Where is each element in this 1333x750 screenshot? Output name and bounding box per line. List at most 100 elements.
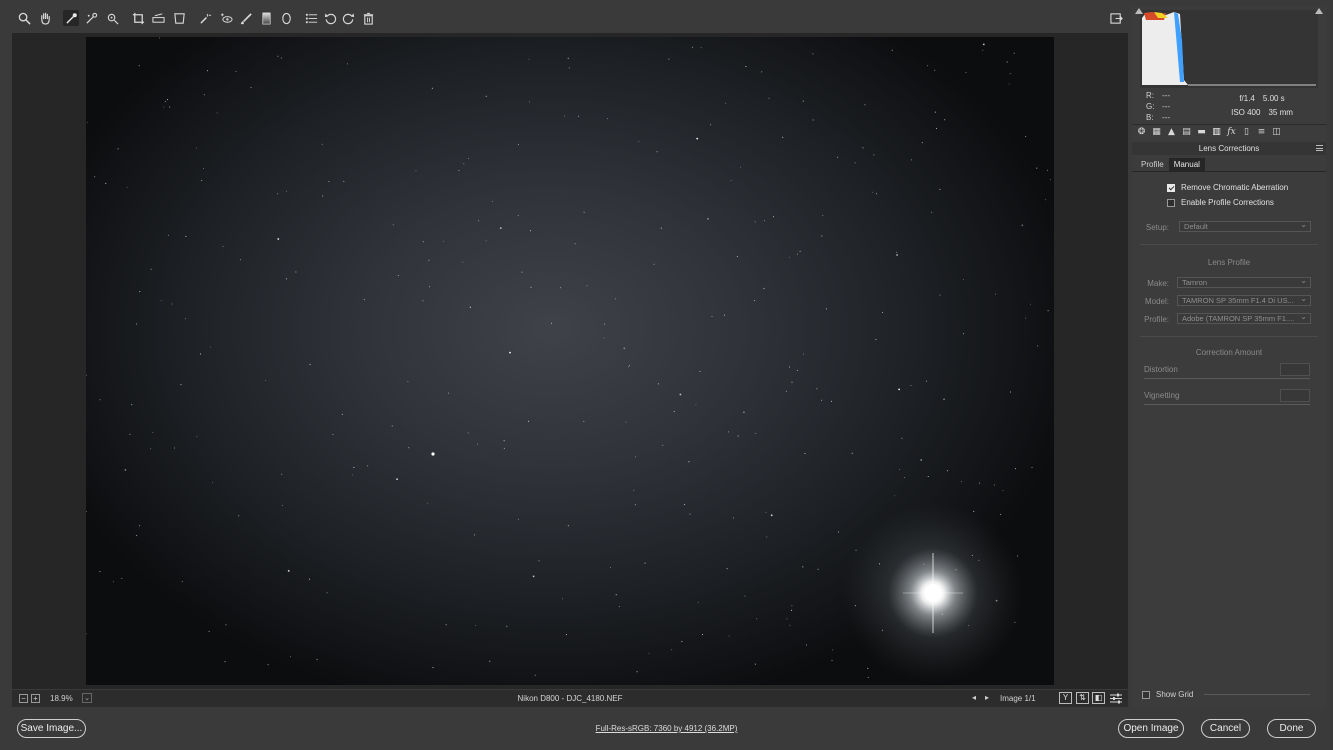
star — [896, 254, 898, 256]
star — [939, 188, 941, 190]
panel-menu-icon[interactable] — [1316, 145, 1323, 151]
white-balance-eyedropper-icon[interactable] — [63, 10, 79, 26]
spot-removal-icon[interactable] — [197, 10, 213, 26]
enable-profile-corrections-checkbox[interactable] — [1167, 198, 1175, 207]
star — [895, 251, 897, 253]
crop-icon[interactable] — [130, 10, 146, 26]
star — [628, 366, 630, 368]
star — [210, 346, 211, 348]
b-label: B: — [1146, 113, 1154, 122]
star — [152, 431, 154, 433]
lens-corrections-icon[interactable]: ▥ — [1211, 127, 1222, 138]
star — [754, 221, 756, 223]
night-sky-photo[interactable] — [86, 37, 1054, 685]
make-select[interactable]: Tamron — [1177, 277, 1311, 288]
star — [821, 235, 823, 237]
star — [791, 381, 793, 383]
next-image-icon[interactable]: ▸ — [985, 693, 989, 702]
star — [1031, 467, 1033, 468]
star — [422, 300, 424, 302]
star — [796, 370, 798, 371]
open-image-button[interactable]: Open Image — [1118, 719, 1184, 738]
camera-calibration-icon[interactable]: ▯ — [1241, 127, 1252, 138]
star — [831, 659, 833, 661]
presets-icon[interactable]: ≡ — [1256, 127, 1267, 138]
image-preview-area[interactable] — [12, 33, 1128, 689]
basic-panel-aperture-icon[interactable]: ❂ — [1136, 127, 1147, 138]
model-select[interactable]: TAMRON SP 35mm F1.4 Di US... — [1177, 295, 1311, 306]
distortion-value-field[interactable] — [1280, 363, 1310, 376]
star — [648, 652, 650, 654]
red-eye-icon[interactable] — [218, 10, 234, 26]
zoom-tool-magnifier-icon[interactable] — [16, 10, 32, 26]
star — [164, 101, 166, 103]
tool-bar — [10, 6, 1128, 32]
done-button[interactable]: Done — [1267, 719, 1316, 738]
star — [206, 70, 208, 72]
star — [428, 259, 430, 261]
histogram — [1135, 8, 1323, 88]
hand-tool-hand-icon[interactable] — [37, 10, 53, 26]
star — [1008, 83, 1010, 85]
star — [688, 461, 690, 463]
star — [138, 65, 140, 67]
tone-curve-icon[interactable]: ▦ — [1151, 127, 1162, 138]
bottom-bar: Save Image... Full-Res-sRGB: 7360 by 491… — [0, 710, 1333, 750]
separator — [1140, 244, 1318, 245]
star — [196, 436, 198, 438]
swap-settings-button[interactable]: ◧ — [1092, 692, 1105, 704]
hsl-icon[interactable]: ▤ — [1181, 127, 1192, 138]
view-y-button[interactable]: Y — [1059, 692, 1072, 704]
grid-size-slider[interactable] — [1204, 694, 1310, 695]
fullscreen-toggle-icon[interactable] — [1108, 10, 1124, 26]
setup-select[interactable]: Default — [1179, 221, 1311, 232]
cancel-button[interactable]: Cancel — [1201, 719, 1250, 738]
color-sampler-icon[interactable] — [83, 10, 99, 26]
star — [864, 104, 866, 106]
tab-manual[interactable]: Manual — [1168, 158, 1205, 171]
star — [927, 65, 929, 67]
highlight-clipping-warning-icon[interactable] — [1315, 8, 1323, 14]
remove-chromatic-aberration-row[interactable]: Remove Chromatic Aberration — [1167, 183, 1288, 192]
preferences-list-icon[interactable] — [303, 10, 319, 26]
star — [321, 143, 323, 145]
rotate-cw-icon[interactable] — [340, 10, 356, 26]
tab-profile[interactable]: Profile — [1136, 158, 1169, 171]
star — [281, 473, 283, 475]
star — [1025, 135, 1027, 137]
previous-image-icon[interactable]: ◂ — [972, 693, 976, 702]
star — [899, 469, 901, 471]
straighten-icon[interactable] — [150, 10, 166, 26]
distortion-slider[interactable] — [1144, 378, 1310, 379]
star — [785, 390, 787, 392]
effects-fx-icon[interactable]: fx — [1226, 127, 1237, 138]
star — [673, 411, 675, 413]
shadow-clipping-warning-icon[interactable] — [1135, 8, 1143, 14]
star — [821, 399, 823, 401]
graduated-filter-icon[interactable] — [258, 10, 274, 26]
rotate-ccw-icon[interactable] — [322, 10, 338, 26]
show-grid-row[interactable]: Show Grid — [1142, 690, 1193, 699]
detail-icon[interactable]: ▲ — [1166, 127, 1177, 138]
trash-icon[interactable] — [360, 10, 376, 26]
transform-icon[interactable] — [171, 10, 187, 26]
star — [503, 440, 505, 442]
snapshots-icon[interactable]: ◫ — [1271, 127, 1282, 138]
star — [568, 67, 570, 69]
show-grid-checkbox[interactable] — [1142, 690, 1150, 699]
vignetting-slider[interactable] — [1144, 404, 1310, 405]
radial-filter-icon[interactable] — [278, 10, 294, 26]
split-toning-icon[interactable]: ▬ — [1196, 127, 1207, 138]
profile-select[interactable]: Adobe (TAMRON SP 35mm F1.... — [1177, 313, 1311, 324]
remove-chromatic-aberration-checkbox[interactable] — [1167, 183, 1175, 192]
star — [854, 162, 856, 164]
vignetting-value-field[interactable] — [1280, 389, 1310, 402]
sliders-icon[interactable] — [1110, 693, 1122, 704]
before-after-button[interactable]: ⇅ — [1076, 692, 1089, 704]
panel-divider — [1132, 124, 1326, 125]
enable-profile-corrections-row[interactable]: Enable Profile Corrections — [1167, 198, 1274, 207]
star — [710, 124, 712, 126]
adjustment-brush-icon[interactable] — [238, 10, 254, 26]
star — [728, 635, 730, 637]
targeted-adjustment-icon[interactable] — [104, 10, 120, 26]
